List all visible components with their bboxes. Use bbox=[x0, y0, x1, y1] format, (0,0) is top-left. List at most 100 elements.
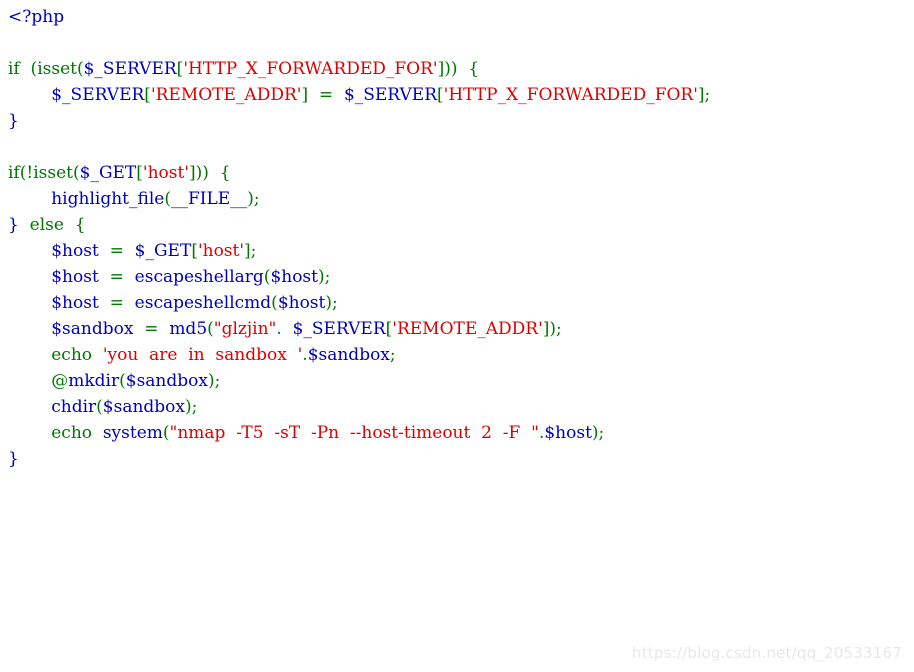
code-token-html bbox=[8, 293, 51, 313]
code-token-default: <?php bbox=[8, 7, 65, 27]
code-token-keyword: )) { bbox=[195, 163, 231, 183]
code-token-html bbox=[8, 85, 51, 105]
code-token-string: 'HTTP_X_FORWARDED_FOR' bbox=[443, 85, 698, 105]
code-token-keyword: ]); bbox=[542, 319, 562, 339]
code-token-keyword: ( bbox=[72, 163, 80, 183]
code-line: <?php bbox=[0, 4, 914, 30]
code-token-keyword: ); bbox=[207, 371, 221, 391]
code-token-keyword: [ bbox=[191, 241, 198, 261]
code-line: $_SERVER['REMOTE_ADDR'] = $_SERVER['HTTP… bbox=[0, 82, 914, 108]
code-token-keyword: ); bbox=[325, 293, 338, 313]
code-token-html bbox=[8, 241, 51, 261]
code-token-keyword: ( bbox=[76, 59, 84, 79]
code-token-html bbox=[92, 345, 103, 365]
code-token-keyword: [ bbox=[144, 85, 151, 105]
code-token-html bbox=[8, 189, 51, 209]
code-line: $host = escapeshellarg($host); bbox=[0, 264, 914, 290]
code-token-default: $sandbox bbox=[51, 319, 134, 339]
code-token-default: $host bbox=[51, 241, 99, 261]
code-token-keyword: if bbox=[8, 163, 20, 183]
code-token-default: $host bbox=[544, 423, 592, 443]
code-token-string: "glzjin" bbox=[213, 319, 277, 339]
code-line: echo system("nmap -T5 -sT -Pn --host-tim… bbox=[0, 420, 914, 446]
code-token-keyword: isset bbox=[37, 59, 77, 79]
code-token-default: } bbox=[8, 449, 19, 469]
code-token-html bbox=[8, 319, 51, 339]
code-token-html bbox=[8, 397, 51, 417]
code-token-html bbox=[8, 267, 51, 287]
code-token-default: escapeshellarg bbox=[134, 267, 264, 287]
code-token-keyword: ( bbox=[119, 371, 126, 391]
code-line: $sandbox = md5("glzjin". $_SERVER['REMOT… bbox=[0, 316, 914, 342]
code-token-default: md5 bbox=[169, 319, 208, 339]
code-token-keyword: echo bbox=[51, 423, 92, 443]
code-token-default: __FILE__ bbox=[170, 189, 248, 209]
code-token-string: 'REMOTE_ADDR' bbox=[392, 319, 543, 339]
code-line: chdir($sandbox); bbox=[0, 394, 914, 420]
code-token-html bbox=[8, 345, 51, 365]
code-line: if (isset($_SERVER['HTTP_X_FORWARDED_FOR… bbox=[0, 56, 914, 82]
code-token-keyword: @ bbox=[51, 371, 69, 391]
code-token-keyword: ]; bbox=[244, 241, 257, 261]
code-token-string: 'HTTP_X_FORWARDED_FOR' bbox=[183, 59, 438, 79]
code-token-keyword: echo bbox=[51, 345, 92, 365]
code-token-keyword: = bbox=[98, 267, 135, 287]
code-token-default: $_SERVER bbox=[343, 85, 437, 105]
code-token-string: 'you are in sandbox ' bbox=[102, 345, 303, 365]
code-line: } else { bbox=[0, 212, 914, 238]
code-line: echo 'you are in sandbox '.$sandbox; bbox=[0, 342, 914, 368]
code-token-default: mkdir bbox=[68, 371, 120, 391]
code-token-default: $sandbox bbox=[307, 345, 390, 365]
code-token-default: $_GET bbox=[79, 163, 137, 183]
code-token-default: $_SERVER bbox=[51, 85, 145, 105]
code-line: $host = $_GET['host']; bbox=[0, 238, 914, 264]
code-token-default: $host bbox=[277, 293, 326, 313]
code-token-keyword: ( bbox=[164, 189, 171, 209]
code-token-default: escapeshellcmd bbox=[134, 293, 272, 313]
code-token-keyword: ; bbox=[389, 345, 396, 365]
code-line: @mkdir($sandbox); bbox=[0, 368, 914, 394]
code-line: } bbox=[0, 446, 914, 472]
code-token-string: 'host' bbox=[197, 241, 245, 261]
code-token-keyword: isset bbox=[33, 163, 73, 183]
code-token-keyword: ); bbox=[247, 189, 260, 209]
code-token-string: 'host' bbox=[142, 163, 190, 183]
code-token-string: "nmap -T5 -sT -Pn --host-timeout 2 -F " bbox=[169, 423, 539, 443]
code-line: $host = escapeshellcmd($host); bbox=[0, 290, 914, 316]
code-line: highlight_file(__FILE__); bbox=[0, 186, 914, 212]
code-token-default: $host bbox=[270, 267, 318, 287]
php-code-listing: <?php if (isset($_SERVER['HTTP_X_FORWARD… bbox=[0, 0, 914, 472]
code-token-default: } bbox=[8, 111, 19, 131]
code-token-default: } bbox=[8, 215, 19, 235]
code-line: } bbox=[0, 108, 914, 134]
code-token-keyword: ( bbox=[271, 293, 278, 313]
code-token-html bbox=[8, 423, 51, 443]
code-token-keyword: ( bbox=[162, 423, 170, 443]
code-token-keyword: ); bbox=[318, 267, 331, 287]
code-token-default: chdir bbox=[51, 397, 97, 417]
code-token-keyword: ] bbox=[189, 163, 196, 183]
code-token-default: $_SERVER bbox=[83, 59, 177, 79]
code-token-keyword: = bbox=[98, 241, 135, 261]
code-token-keyword: else { bbox=[18, 215, 86, 235]
code-token-keyword: [ bbox=[136, 163, 143, 183]
code-token-keyword: = bbox=[133, 319, 170, 339]
code-token-string: 'REMOTE_ADDR' bbox=[150, 85, 302, 105]
code-token-default: $sandbox bbox=[102, 397, 186, 417]
code-token-keyword: ( bbox=[96, 397, 103, 417]
code-token-keyword: (! bbox=[19, 163, 34, 183]
code-token-keyword: = bbox=[98, 293, 135, 313]
code-token-keyword: ( bbox=[207, 319, 214, 339]
code-token-default: $sandbox bbox=[125, 371, 208, 391]
code-token-keyword: if bbox=[8, 59, 20, 79]
code-token-keyword: . bbox=[276, 319, 293, 339]
code-token-keyword: ]; bbox=[697, 85, 711, 105]
code-token-keyword: = bbox=[308, 85, 344, 105]
code-token-keyword: ); bbox=[185, 397, 198, 417]
code-line: if(!isset($_GET['host'])) { bbox=[0, 160, 914, 186]
code-token-default: $host bbox=[51, 267, 99, 287]
code-token-default: $_SERVER bbox=[292, 319, 386, 339]
code-token-keyword: [ bbox=[437, 85, 444, 105]
code-token-keyword: )) { bbox=[444, 59, 480, 79]
